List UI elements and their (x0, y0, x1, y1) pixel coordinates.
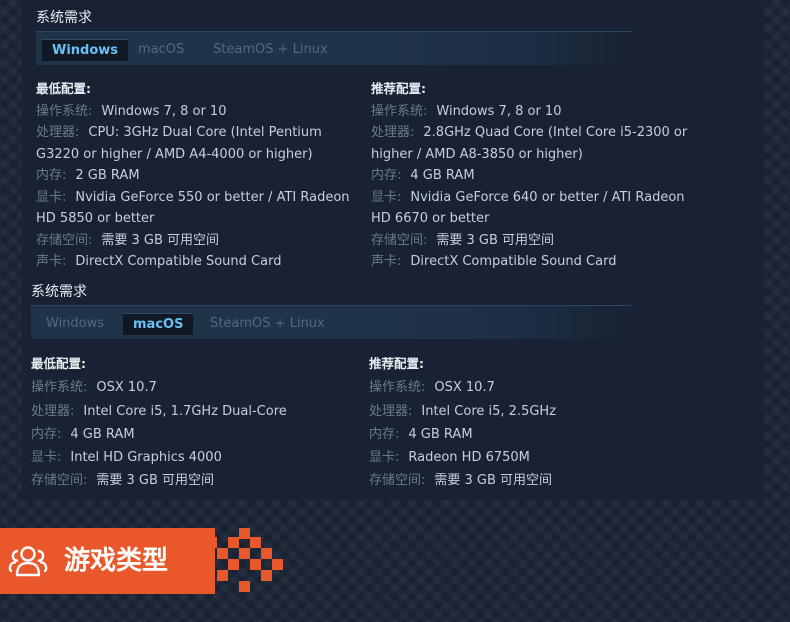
req-row-sound: 声卡: DirectX Compatible Sound Card (371, 254, 617, 269)
req-row-os: 操作系统: Windows 7, 8 or 10 (36, 103, 227, 119)
req-row-gpu: 显卡: Nvidia GeForce 640 or better / ATI Ra… (371, 189, 685, 227)
req-row-sound: 声卡: DirectX Compatible Sound Card (36, 254, 282, 269)
platform-tabbar: Windows macOS SteamOS + Linux (36, 31, 632, 65)
recommended-heading: 推荐配置: (369, 356, 424, 371)
req-row-storage: 存储空间: 需要 3 GB 可用空间 (31, 473, 215, 489)
req-row-memory: 内存: 4 GB RAM (31, 426, 135, 442)
recommended-requirements: 推荐配置: 操作系统: Windows 7, 8 or 10 处理器: 2.8GHz… (371, 78, 701, 273)
req-row-os: 操作系统: OSX 10.7 (369, 380, 495, 396)
tab-macos[interactable]: macOS (128, 39, 194, 61)
req-row-memory: 内存: 2 GB RAM (36, 168, 140, 183)
req-row-storage: 存储空间: 需要 3 GB 可用空间 (371, 232, 555, 248)
genre-banner: 游戏类型 (0, 528, 215, 594)
banner-title: 游戏类型 (64, 546, 169, 576)
minimum-heading: 最低配置: (36, 81, 91, 96)
section-title: 系统需求 (31, 284, 87, 300)
recommended-requirements: 推荐配置: 操作系统: OSX 10.7 处理器: Intel Core i5, 2… (369, 352, 699, 493)
people-icon (8, 546, 48, 577)
req-row-gpu: 显卡: Radeon HD 6750M (369, 450, 530, 466)
req-row-cpu: 处理器: Intel Core i5, 2.5GHz (369, 403, 557, 419)
tab-windows[interactable]: Windows (42, 39, 129, 61)
recommended-heading: 推荐配置: (371, 81, 426, 96)
minimum-heading: 最低配置: (31, 356, 86, 371)
section-title: 系统需求 (36, 10, 92, 26)
req-row-os: 操作系统: Windows 7, 8 or 10 (371, 103, 562, 119)
tab-steamos-linux[interactable]: SteamOS + Linux (200, 313, 335, 335)
req-row-memory: 内存: 4 GB RAM (371, 168, 475, 183)
req-row-storage: 存储空间: 需要 3 GB 可用空间 (369, 473, 553, 489)
minimum-requirements: 最低配置: 操作系统: Windows 7, 8 or 10 处理器: CPU: 3… (36, 78, 364, 273)
req-row-gpu: 显卡: Intel HD Graphics 4000 (31, 450, 222, 466)
req-row-cpu: 处理器: 2.8GHz Quad Core (Intel Core i5-2300… (371, 125, 688, 162)
minimum-requirements: 最低配置: 操作系统: OSX 10.7 处理器: Intel Core i5, 1… (31, 352, 361, 493)
tab-steamos-linux[interactable]: SteamOS + Linux (203, 39, 338, 61)
req-row-memory: 内存: 4 GB RAM (369, 426, 473, 442)
req-row-storage: 存储空间: 需要 3 GB 可用空间 (36, 232, 220, 248)
req-row-gpu: 显卡: Nvidia GeForce 550 or better / ATI Ra… (36, 189, 350, 227)
req-row-cpu: 处理器: Intel Core i5, 1.7GHz Dual-Core (31, 403, 287, 419)
tab-windows[interactable]: Windows (36, 313, 114, 335)
tab-macos[interactable]: macOS (123, 313, 194, 335)
req-row-os: 操作系统: OSX 10.7 (31, 380, 157, 396)
req-row-cpu: 处理器: CPU: 3GHz Dual Core (Intel Pentium G… (36, 125, 322, 162)
platform-tabbar: Windows macOS SteamOS + Linux (31, 305, 631, 339)
checker-decoration (195, 528, 285, 600)
